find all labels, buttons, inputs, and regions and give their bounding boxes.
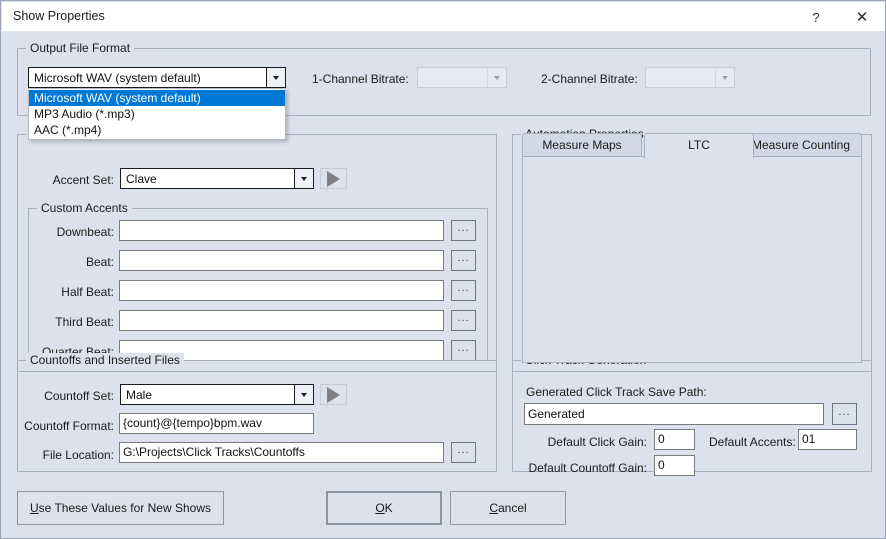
browse-downbeat-button[interactable]: ... [451, 220, 476, 241]
chevron-down-icon[interactable] [294, 385, 313, 404]
label-downbeat: Downbeat: [56, 225, 114, 239]
label-default-click-gain: Default Click Gain: [547, 435, 647, 449]
bitrate-1-combo[interactable] [417, 67, 507, 88]
mnemonic-u: U [30, 501, 39, 515]
mnemonic-c: C [489, 501, 498, 515]
input-half-beat[interactable] [119, 280, 444, 301]
label-default-countoff-gain: Default Countoff Gain: [528, 461, 647, 475]
dialog-body: Output File Format Microsoft WAV (system… [2, 32, 885, 538]
tab-measure-maps[interactable]: Measure Maps [522, 133, 642, 157]
group-label-output-file-format: Output File Format [26, 41, 135, 55]
input-third-beat[interactable] [119, 310, 444, 331]
label-2-channel-bitrate: 2-Channel Bitrate: [541, 72, 638, 86]
input-file-location[interactable]: G:\Projects\Click Tracks\Countoffs [119, 442, 444, 463]
accent-set-combo[interactable]: Clave [120, 168, 314, 189]
tab-page-ltc [522, 156, 862, 363]
label-beat: Beat: [85, 255, 114, 269]
input-default-accents[interactable]: 01 [798, 429, 857, 450]
input-generated-click-track-save-path[interactable]: Generated [524, 403, 824, 425]
label-third-beat: Third Beat: [55, 315, 114, 329]
help-icon[interactable]: ? [793, 3, 839, 32]
ok-rest: K [384, 501, 393, 515]
dropdown-option-2[interactable]: AAC (*.mp4) [29, 122, 285, 138]
chevron-down-icon[interactable] [715, 68, 734, 87]
group-label-custom-accents: Custom Accents [37, 201, 132, 215]
browse-file-location-button[interactable]: ... [451, 442, 476, 463]
cancel-label: Cancel [489, 501, 526, 515]
label-generated-click-track-save-path: Generated Click Track Save Path: [526, 385, 707, 399]
title-bar: Show Properties ? ✕ [2, 2, 885, 32]
accent-set-preview-button[interactable] [320, 168, 347, 189]
close-icon[interactable]: ✕ [839, 3, 885, 32]
window-title: Show Properties [13, 9, 105, 23]
input-default-countoff-gain[interactable]: 0 [654, 455, 695, 476]
dropdown-option-1[interactable]: MP3 Audio (*.mp3) [29, 106, 285, 122]
browse-beat-button[interactable]: ... [451, 250, 476, 271]
dropdown-option-0[interactable]: Microsoft WAV (system default) [29, 90, 285, 106]
label-countoff-set: Countoff Set: [44, 389, 114, 403]
chevron-down-icon[interactable] [487, 68, 506, 87]
bitrate-2-combo[interactable] [645, 67, 735, 88]
use-these-values-button[interactable]: Use These Values for New Shows [17, 491, 224, 525]
input-countoff-format[interactable]: {count}@{tempo}bpm.wav [119, 413, 314, 434]
output-format-combo-value: Microsoft WAV (system default) [34, 70, 201, 85]
browse-half-beat-button[interactable]: ... [451, 280, 476, 301]
browse-quarter-beat-button[interactable]: ... [451, 340, 476, 361]
countoff-set-combo[interactable]: Male [120, 384, 314, 405]
cancel-button[interactable]: Cancel [450, 491, 566, 525]
group-label-countoffs: Countoffs and Inserted Files [26, 353, 184, 367]
countoff-set-combo-value: Male [126, 387, 153, 402]
label-1-channel-bitrate: 1-Channel Bitrate: [312, 72, 409, 86]
input-downbeat[interactable] [119, 220, 444, 241]
output-format-combo[interactable]: Microsoft WAV (system default) [28, 67, 286, 88]
label-file-location: File Location: [42, 448, 114, 462]
label-accent-set: Accent Set: [52, 173, 114, 187]
show-properties-dialog: Show Properties ? ✕ Output File Format M… [0, 0, 886, 539]
browse-generated-click-track-button[interactable]: ... [832, 403, 857, 425]
chevron-down-icon[interactable] [294, 169, 313, 188]
accent-set-combo-value: Clave [126, 171, 157, 186]
countoff-set-preview-button[interactable] [320, 384, 347, 405]
input-beat[interactable] [119, 250, 444, 271]
browse-third-beat-button[interactable]: ... [451, 310, 476, 331]
label-countoff-format: Countoff Format: [24, 419, 114, 433]
output-format-dropdown-list[interactable]: Microsoft WAV (system default) MP3 Audio… [28, 88, 286, 140]
tab-ltc[interactable]: LTC [644, 133, 754, 158]
ok-label: OK [375, 501, 392, 515]
chevron-down-icon[interactable] [266, 68, 285, 87]
mnemonic-o: O [375, 501, 385, 515]
label-default-accents: Default Accents: [709, 435, 796, 449]
use-these-values-label: Use These Values for New Shows [30, 501, 211, 515]
cancel-rest: ancel [497, 501, 527, 515]
tab-measure-counting[interactable]: Measure Counting [740, 133, 862, 157]
use-these-values-rest: se These Values for New Shows [38, 501, 211, 515]
label-half-beat: Half Beat: [61, 285, 114, 299]
input-default-click-gain[interactable]: 0 [654, 429, 695, 450]
ok-button[interactable]: OK [326, 491, 442, 525]
